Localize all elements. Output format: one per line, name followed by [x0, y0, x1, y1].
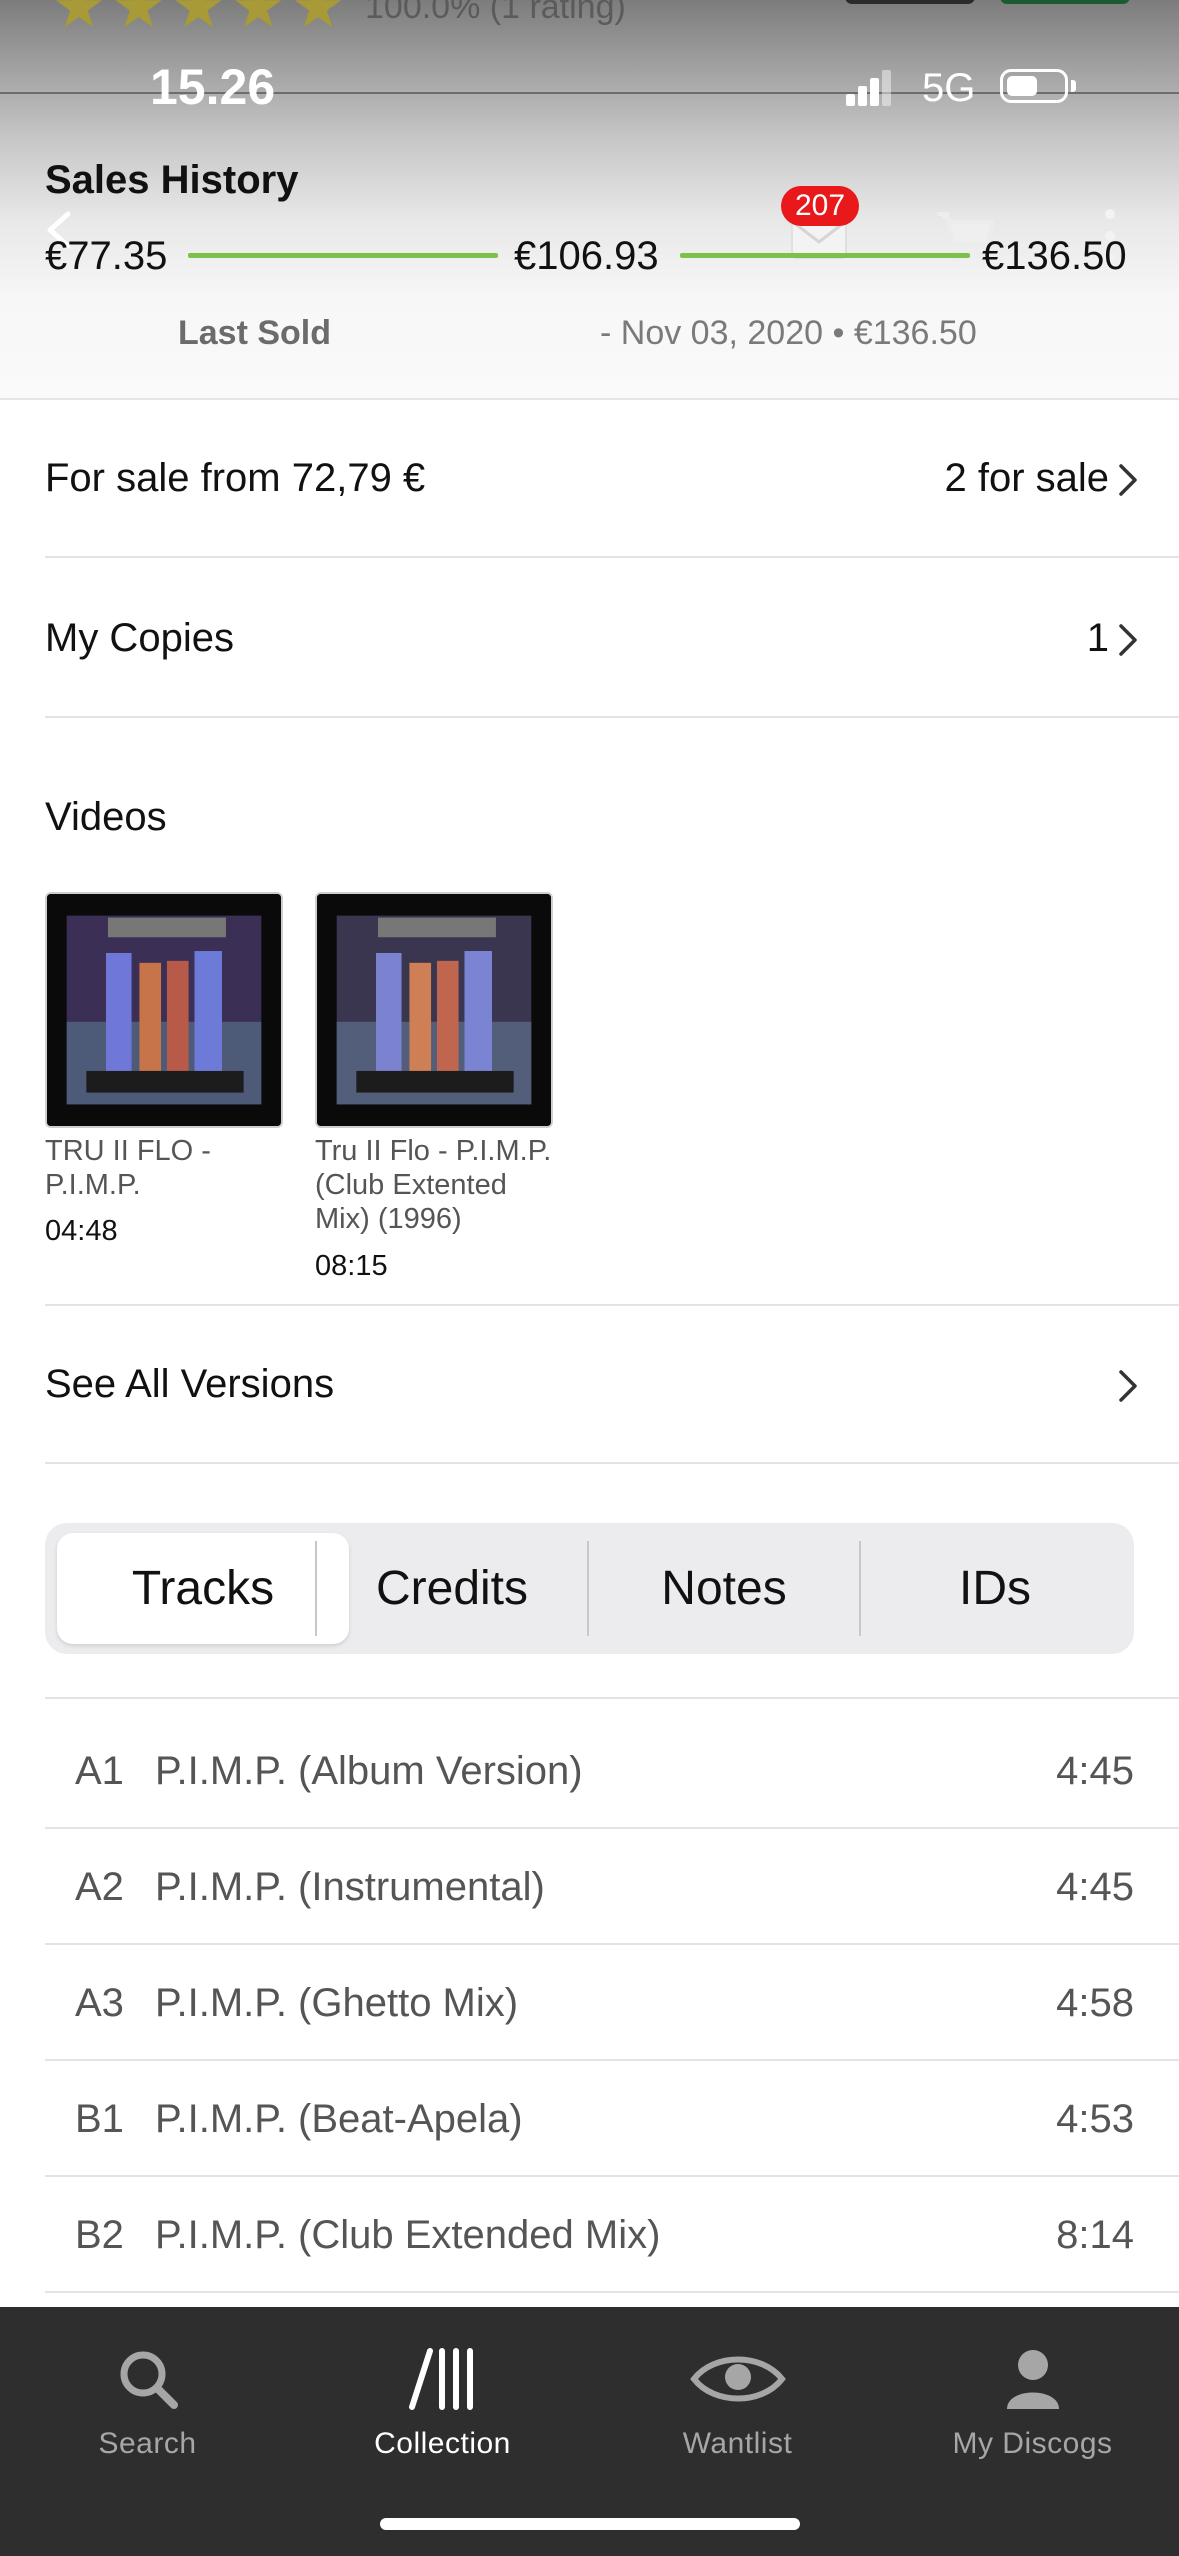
track-title: P.I.M.P. (Club Extended Mix): [155, 2213, 661, 2257]
battery-icon: [1000, 69, 1068, 103]
tab-label: Search: [98, 2427, 197, 2460]
divider: [45, 1697, 1179, 1699]
tab-label: Collection: [374, 2427, 511, 2460]
tab-wantlist[interactable]: Wantlist: [590, 2307, 885, 2507]
video-thumbnail-1[interactable]: [45, 892, 283, 1128]
for-sale-count: 2 for sale: [944, 456, 1109, 500]
album-cover-image: [317, 894, 551, 1126]
video-title-2[interactable]: Tru II Flo - P.I.M.P. (Club Extented Mix…: [315, 1134, 555, 1236]
tab-search[interactable]: Search: [0, 2307, 295, 2507]
video-title-1[interactable]: TRU II FLO - P.I.M.P.: [45, 1134, 285, 1202]
track-duration: 4:45: [1056, 1749, 1134, 1793]
video-duration-1: 04:48: [45, 1215, 118, 1247]
track-title: P.I.M.P. (Beat-Apela): [155, 2097, 523, 2141]
rating-text: 100.0% (1 rating): [365, 0, 626, 26]
video-thumbnail-2[interactable]: [315, 892, 553, 1128]
track-row[interactable]: A2 P.I.M.P. (Instrumental) 4:45: [45, 1829, 1179, 1945]
album-cover-image: [47, 894, 281, 1126]
track-position: A2: [75, 1865, 124, 1909]
price-high: €136.50: [982, 234, 1127, 278]
track-title: P.I.M.P. (Instrumental): [155, 1865, 545, 1909]
peek-button-dark[interactable]: [845, 0, 975, 4]
chevron-right-icon: [1119, 464, 1137, 496]
track-position: B1: [75, 2097, 124, 2141]
videos-section-title: Videos: [45, 795, 167, 839]
see-all-versions-label: See All Versions: [45, 1362, 335, 1406]
price-range-bar: [680, 253, 970, 258]
track-position: A3: [75, 1981, 124, 2025]
collection-icon: [408, 2348, 473, 2410]
track-title: P.I.M.P. (Ghetto Mix): [155, 1981, 519, 2025]
chevron-right-icon: [1119, 624, 1137, 656]
eye-icon: [689, 2356, 786, 2402]
my-copies-label: My Copies: [45, 616, 234, 660]
track-duration: 4:58: [1056, 1981, 1134, 2025]
tab-label: Wantlist: [682, 2427, 793, 2460]
my-copies-count: 1: [1086, 616, 1109, 660]
header-overlay: ★★★★★ 100.0% (1 rating) 15.26 5G 207 Sal…: [0, 0, 1179, 400]
segmented-control: Tracks Credits Notes IDs: [45, 1523, 1134, 1654]
track-row[interactable]: B1 P.I.M.P. (Beat-Apela) 4:53: [45, 2061, 1179, 2177]
last-sold-label: Last Sold: [178, 314, 332, 352]
notification-badge: 207: [781, 186, 860, 226]
track-title: P.I.M.P. (Album Version): [155, 1749, 583, 1793]
chevron-right-icon: [1119, 1370, 1137, 1402]
video-duration-2: 08:15: [315, 1250, 388, 1282]
battery-cap: [1071, 80, 1076, 92]
tab-my-discogs[interactable]: My Discogs: [885, 2307, 1179, 2507]
track-duration: 8:14: [1056, 2213, 1134, 2257]
tab-label: My Discogs: [952, 2427, 1113, 2460]
home-indicator[interactable]: [380, 2518, 800, 2530]
for-sale-label: For sale from 72,79 €: [45, 456, 426, 500]
status-time: 15.26: [150, 59, 276, 115]
peek-button-green[interactable]: [1000, 0, 1130, 4]
price-low: €77.35: [45, 234, 168, 278]
network-label: 5G: [922, 66, 976, 110]
search-icon: [120, 2351, 178, 2409]
price-range-bar: [188, 253, 498, 258]
last-sold-value: - Nov 03, 2020 • €136.50: [600, 314, 977, 352]
tab-notes[interactable]: Notes: [589, 1533, 859, 1644]
rating-stars-icon: ★★★★★: [52, 0, 351, 40]
tab-collection[interactable]: Collection: [295, 2307, 590, 2507]
track-row[interactable]: A3 P.I.M.P. (Ghetto Mix) 4:58: [45, 1945, 1179, 2061]
track-position: B2: [75, 2213, 124, 2257]
track-row[interactable]: A1 P.I.M.P. (Album Version) 4:45: [45, 1713, 1179, 1829]
tab-tracks[interactable]: Tracks: [57, 1533, 349, 1644]
sales-history-title: Sales History: [45, 158, 299, 202]
track-duration: 4:53: [1056, 2097, 1134, 2141]
tab-ids[interactable]: IDs: [861, 1533, 1129, 1644]
track-position: A1: [75, 1749, 124, 1793]
my-copies-row[interactable]: My Copies 1: [45, 560, 1179, 718]
signal-icon: [846, 70, 891, 106]
for-sale-row[interactable]: For sale from 72,79 € 2 for sale: [45, 400, 1179, 558]
tab-credits[interactable]: Credits: [317, 1533, 587, 1644]
price-median: €106.93: [514, 234, 659, 278]
track-duration: 4:45: [1056, 1865, 1134, 1909]
track-row[interactable]: B2 P.I.M.P. (Club Extended Mix) 8:14: [45, 2177, 1179, 2293]
see-all-versions-row[interactable]: See All Versions: [45, 1306, 1179, 1464]
profile-icon: [1006, 2350, 1059, 2409]
